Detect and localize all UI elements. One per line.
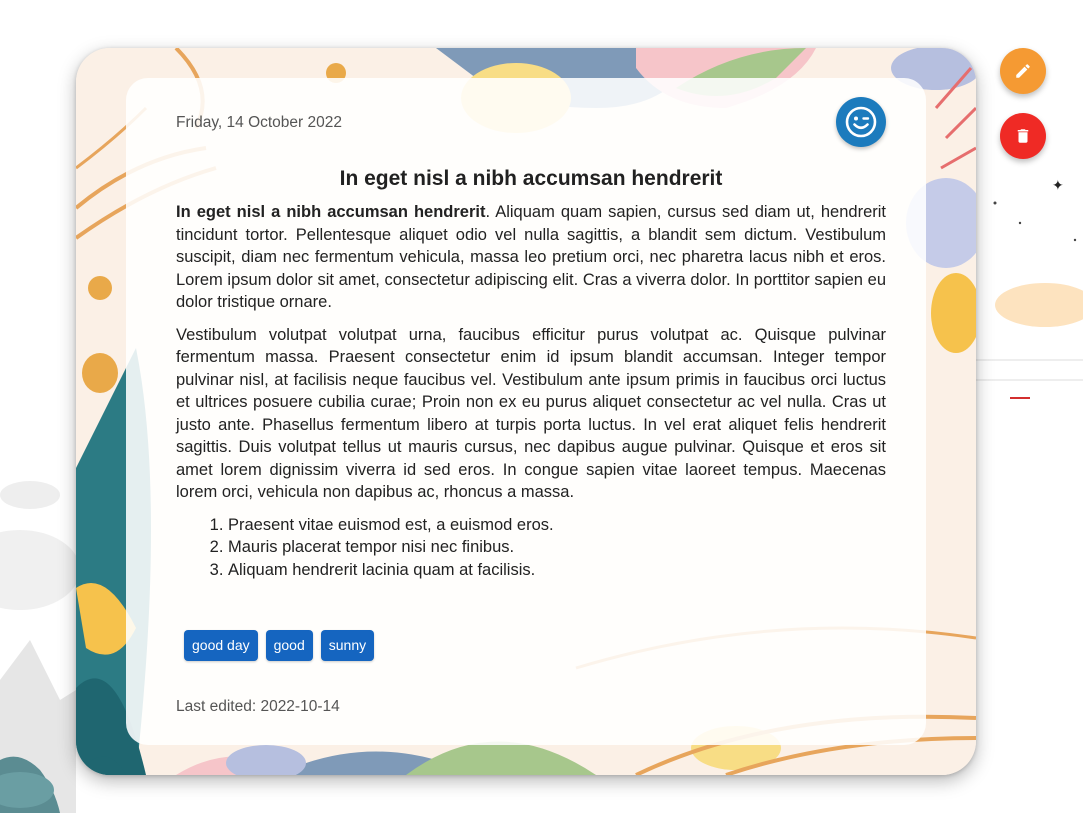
- entry-date: Friday, 14 October 2022: [176, 114, 342, 131]
- entry-paragraph: Vestibulum volutpat volutpat urna, fauci…: [176, 325, 886, 502]
- list-item: Mauris placerat tempor nisi nec finibus.: [228, 536, 886, 559]
- tag-sunny[interactable]: sunny: [320, 630, 375, 661]
- tag-good[interactable]: good: [265, 630, 313, 661]
- entry-paragraph-bold: In eget nisl a nibh accumsan hendrerit: [176, 203, 486, 221]
- list-item: Aliquam hendrerit lacinia quam at facili…: [228, 559, 886, 582]
- diary-entry-card: Friday, 14 October 2022 In eget nisl a n…: [76, 48, 976, 775]
- edit-button[interactable]: [1000, 48, 1046, 94]
- winking-face-icon[interactable]: [836, 97, 886, 147]
- list-item: Praesent vitae euismod est, a euismod er…: [228, 514, 886, 537]
- entry-title: In eget nisl a nibh accumsan hendrerit: [339, 167, 723, 190]
- trash-icon: [1017, 129, 1029, 143]
- tag-good-day[interactable]: good day: [184, 630, 258, 661]
- entry-paragraph: In eget nisl a nibh accumsan hendrerit. …: [176, 201, 886, 314]
- entry-body: In eget nisl a nibh accumsan hendrerit. …: [176, 201, 886, 581]
- tag-list: good day good sunny: [184, 630, 375, 661]
- svg-text:✦: ✦: [1052, 178, 1064, 194]
- delete-button[interactable]: [1000, 113, 1046, 159]
- last-edited: Last edited: 2022-10-14: [176, 698, 340, 715]
- pencil-icon: [1016, 64, 1030, 78]
- entry-panel: Friday, 14 October 2022 In eget nisl a n…: [126, 78, 926, 745]
- entry-list: Praesent vitae euismod est, a euismod er…: [176, 514, 886, 582]
